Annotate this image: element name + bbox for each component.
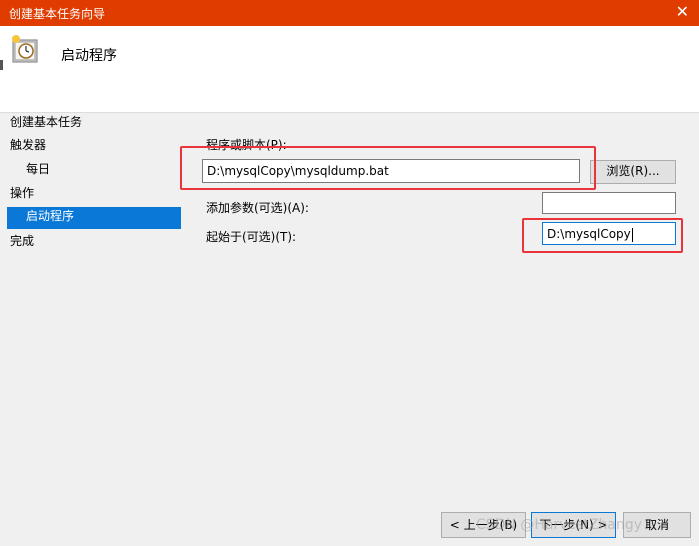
wizard-header: 启动程序: [0, 26, 699, 113]
window-edge: [0, 60, 3, 70]
start-in-value: D:\mysqlCopy: [547, 227, 631, 241]
title-bar: 创建基本任务向导 ✕: [0, 0, 699, 26]
step-start-program[interactable]: 启动程序: [7, 207, 181, 229]
back-button[interactable]: < 上一步(B): [441, 512, 526, 538]
program-input[interactable]: D:\mysqlCopy\mysqldump.bat: [202, 159, 580, 183]
step-daily[interactable]: 每日: [26, 160, 50, 182]
args-input[interactable]: [542, 192, 676, 214]
step-action[interactable]: 操作: [10, 184, 34, 206]
step-trigger[interactable]: 触发器: [10, 136, 46, 158]
task-clock-icon: [12, 35, 38, 63]
step-create-basic-task[interactable]: 创建基本任务: [10, 113, 82, 135]
wizard-steps: 创建基本任务 触发器 每日 操作 启动程序 完成: [0, 112, 186, 546]
browse-button[interactable]: 浏览(R)...: [590, 160, 676, 184]
text-caret: [631, 227, 633, 242]
close-icon[interactable]: ✕: [676, 2, 689, 21]
start-in-input[interactable]: D:\mysqlCopy: [542, 222, 676, 245]
next-button[interactable]: 下一步(N) >: [531, 512, 616, 538]
step-finish[interactable]: 完成: [10, 232, 34, 254]
args-label: 添加参数(可选)(A):: [206, 201, 309, 215]
action-form: 程序或脚本(P): D:\mysqlCopy\mysqldump.bat 浏览(…: [180, 112, 699, 546]
program-label: 程序或脚本(P):: [206, 138, 287, 152]
start-in-label: 起始于(可选)(T):: [206, 230, 297, 244]
cancel-button[interactable]: 取消: [623, 512, 691, 538]
window-title: 创建基本任务向导: [9, 7, 106, 21]
page-title: 启动程序: [61, 48, 117, 64]
